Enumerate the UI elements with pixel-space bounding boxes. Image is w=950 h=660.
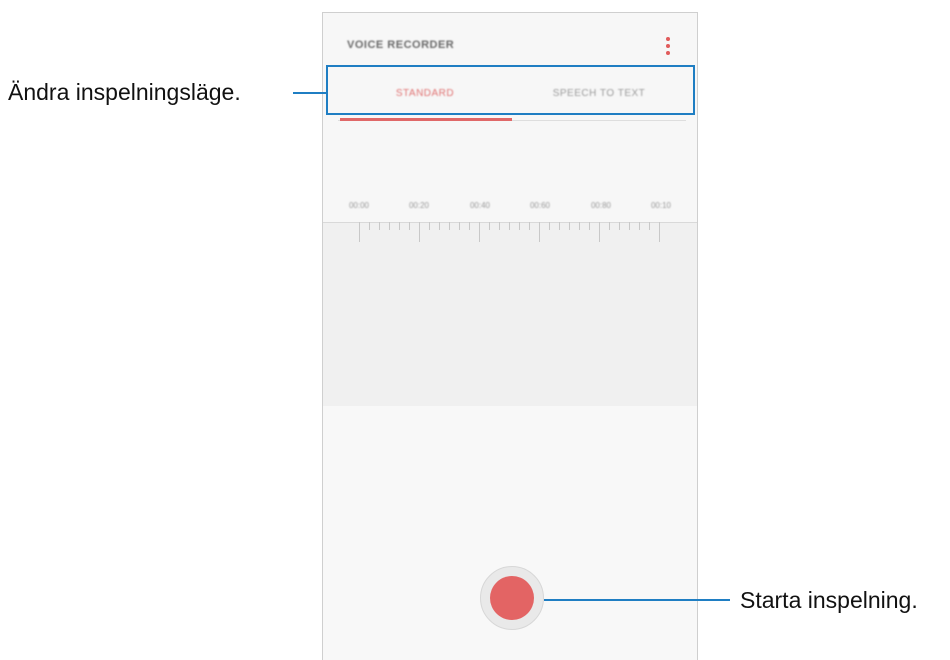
timeline-tick (529, 222, 530, 230)
timeline-tick (459, 222, 460, 230)
waveform-area (323, 222, 697, 406)
time-label: 00:60 (529, 201, 551, 210)
timeline-tick (539, 222, 540, 242)
callout-mode-label: Ändra inspelningsläge. (8, 79, 241, 105)
timeline-tick (639, 222, 640, 230)
time-label: 00:00 (348, 201, 370, 210)
timeline-tick (409, 222, 410, 230)
app-title: VOICE RECORDER (347, 39, 455, 51)
timeline-tick (619, 222, 620, 230)
timeline-tick (659, 222, 660, 242)
timeline-tick (399, 222, 400, 230)
timeline-tick (559, 222, 560, 230)
timeline-tick (489, 222, 490, 230)
callout-line-record (544, 599, 730, 601)
timeline-tick (499, 222, 500, 230)
timeline-tick (429, 222, 430, 230)
callout-line-mode (293, 92, 326, 94)
timeline-tick (479, 222, 480, 242)
timeline-tick (359, 222, 360, 242)
timeline-tick (579, 222, 580, 230)
timeline-tick (599, 222, 600, 242)
timeline-tick (369, 222, 370, 230)
timeline-tick (379, 222, 380, 230)
timeline-tick (649, 222, 650, 230)
callout-record-label: Starta inspelning. (740, 587, 918, 613)
tabs-highlight-box (326, 65, 695, 115)
time-label: 00:40 (469, 201, 491, 210)
time-label: 00:10 (650, 201, 672, 210)
timeline-tick (519, 222, 520, 230)
timeline-tick (589, 222, 590, 230)
timeline-tick (629, 222, 630, 230)
time-label: 00:20 (408, 201, 430, 210)
timeline-tick (549, 222, 550, 230)
timeline-tick (439, 222, 440, 230)
record-button[interactable] (480, 566, 544, 630)
record-icon (490, 576, 534, 620)
more-vertical-icon[interactable] (663, 35, 673, 57)
active-tab-indicator (340, 118, 512, 121)
timeline-labels: 00:00 00:20 00:40 00:60 00:80 00:10 (323, 201, 697, 215)
timeline-tick (389, 222, 390, 230)
time-label: 00:80 (590, 201, 612, 210)
timeline-tick (609, 222, 610, 230)
timeline-tick (469, 222, 470, 230)
timeline-tick (509, 222, 510, 230)
timeline-tick (419, 222, 420, 242)
timeline-tick (449, 222, 450, 230)
timeline-tick (569, 222, 570, 230)
